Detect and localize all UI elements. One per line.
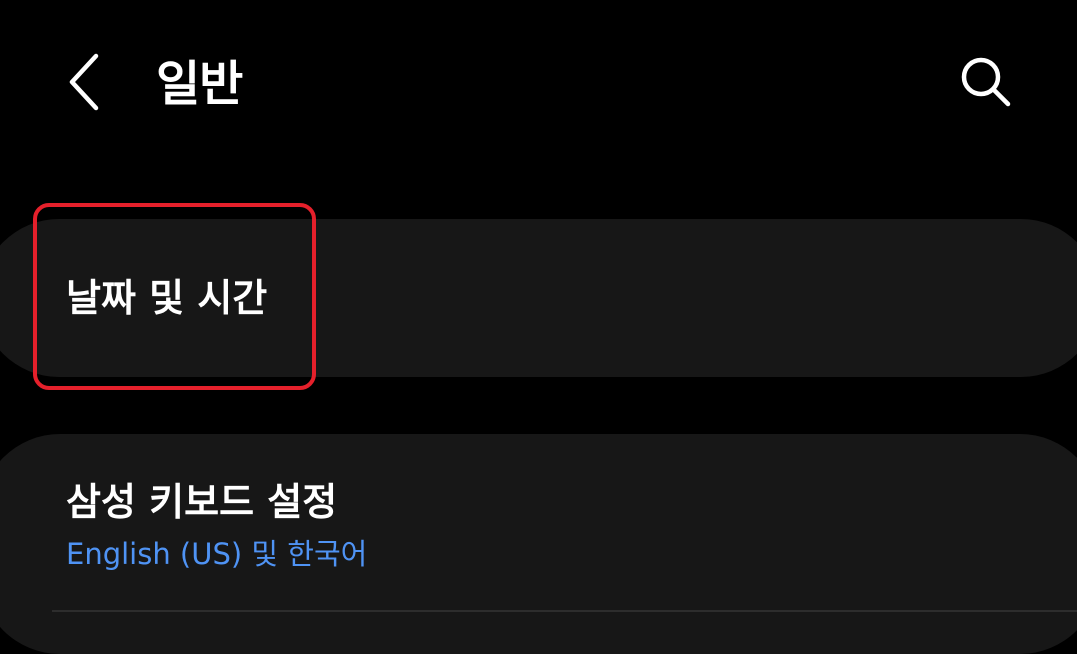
chevron-left-icon bbox=[66, 52, 106, 116]
list-item-date-time[interactable]: 날짜 및 시간 bbox=[0, 219, 1077, 377]
page-title: 일반 bbox=[156, 56, 243, 112]
back-button[interactable] bbox=[58, 52, 114, 116]
list-divider bbox=[52, 610, 1077, 612]
item-title: 삼성 키보드 설정 bbox=[66, 480, 338, 524]
item-title: 날짜 및 시간 bbox=[66, 276, 268, 320]
search-icon bbox=[958, 54, 1014, 114]
item-subtitle: English (US) 및 한국어 bbox=[66, 537, 368, 571]
search-button[interactable] bbox=[950, 52, 1022, 116]
list-item-samsung-keyboard-settings[interactable]: 삼성 키보드 설정 English (US) 및 한국어 bbox=[0, 434, 1077, 654]
